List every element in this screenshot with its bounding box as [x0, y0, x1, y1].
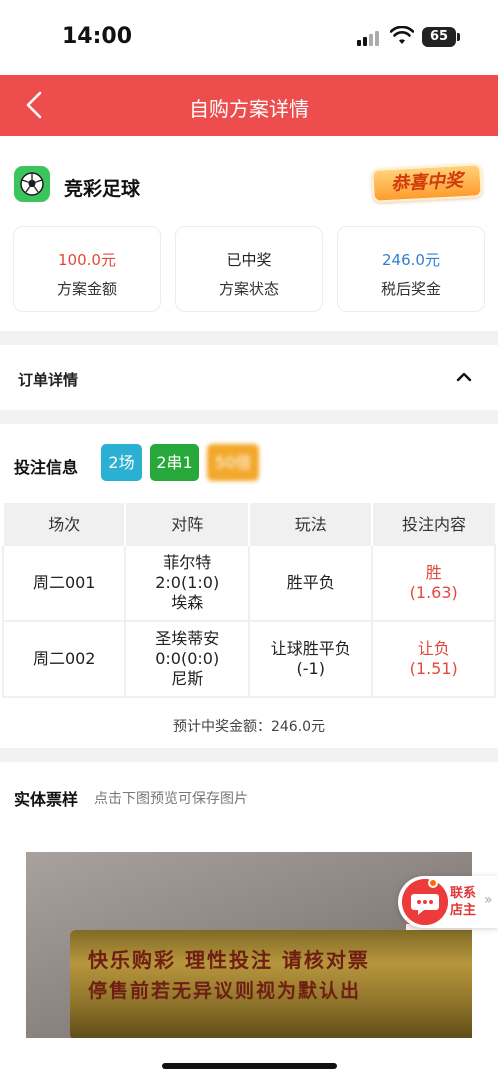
ticket-sample-hint: 点击下图预览可保存图片: [94, 791, 248, 807]
chevron-up-icon[interactable]: [454, 367, 474, 387]
column-header: 投注内容: [371, 502, 496, 545]
wifi-icon: [390, 26, 414, 44]
play-type-name: 让球胜平负: [270, 638, 351, 658]
tag-multiplier: 50倍: [207, 444, 259, 481]
bet-selection: 胜 (1.63): [371, 543, 496, 622]
ticket-photo-line1: 快乐购彩 理性投注 请核对票: [88, 948, 370, 972]
stat-amount-label: 方案金额: [56, 280, 117, 298]
match-number: 周二002: [1, 619, 127, 698]
match-score: 0:0(0:0): [155, 648, 220, 668]
contact-owner-label: 联系店主: [450, 886, 477, 918]
winning-badge: 恭喜中奖: [371, 163, 483, 203]
column-header: 场次: [1, 502, 126, 545]
match-teams: 圣埃蒂安 0:0(0:0) 尼斯: [124, 619, 251, 698]
column-header: 玩法: [248, 502, 373, 545]
match-teams: 菲尔特 2:0(1:0) 埃森: [124, 543, 251, 622]
order-details-title: 订单详情: [18, 371, 79, 389]
tag-parlay-type: 2串1: [150, 444, 199, 481]
away-team: 尼斯: [171, 668, 204, 688]
nav-bar: 自购方案详情: [0, 75, 498, 136]
handicap: (-1): [296, 658, 325, 678]
stat-status-value: 已中奖: [226, 251, 272, 269]
stat-prize-label: 税后奖金: [380, 280, 441, 298]
lottery-name: 竞彩足球: [64, 178, 141, 200]
ticket-photo-line2: 停售前若无异议则视为默认出: [88, 980, 362, 1002]
bet-pick: 让负: [417, 638, 450, 658]
bet-odds: (1.63): [409, 582, 458, 602]
stat-status: 已中奖 方案状态: [175, 226, 323, 312]
football-logo-icon: [14, 166, 50, 202]
match-number: 周二001: [1, 543, 127, 622]
notification-dot: [428, 878, 438, 888]
status-bar: 14:00 65: [0, 0, 498, 75]
bet-selection: 让负 (1.51): [371, 619, 496, 698]
table-row: 周二001 菲尔特 2:0(1:0) 埃森 胜平负 胜 (1.63): [1, 543, 496, 622]
chevron-right-icon: »: [484, 892, 493, 908]
home-indicator: [162, 1063, 337, 1069]
play-type: 胜平负: [248, 543, 374, 622]
page-title: 自购方案详情: [189, 97, 309, 121]
bet-pick: 胜: [425, 562, 442, 582]
chat-bubble-icon: [402, 879, 448, 925]
estimated-prize: 预计中奖金额：246.0元: [172, 719, 326, 735]
bet-info-title: 投注信息: [14, 458, 79, 477]
stat-amount: 100.0元 方案金额: [13, 226, 161, 312]
ticket-photo[interactable]: 快乐购彩 理性投注 请核对票 停售前若无异议则视为默认出: [26, 852, 472, 1038]
battery-icon: 65: [422, 27, 460, 47]
home-team: 菲尔特: [163, 552, 212, 572]
stat-status-label: 方案状态: [218, 280, 279, 298]
play-type-name: 胜平负: [286, 572, 335, 592]
contact-owner-button[interactable]: 联系店主 »: [398, 876, 498, 928]
bet-info-section: 投注信息 2场 2串1 50倍 场次 对阵 玩法 投注内容 周二001 菲尔特 …: [0, 424, 498, 748]
bet-table: 场次 对阵 玩法 投注内容 周二001 菲尔特 2:0(1:0) 埃森 胜平负 …: [1, 502, 496, 698]
match-score: 2:0(1:0): [155, 572, 220, 592]
column-header: 对阵: [124, 502, 250, 545]
bet-odds: (1.51): [409, 658, 458, 678]
order-details-header[interactable]: 订单详情: [0, 345, 498, 410]
status-time: 14:00: [62, 24, 133, 49]
stat-prize: 246.0元 税后奖金: [337, 226, 485, 312]
lottery-summary-card: 竞彩足球 恭喜中奖 100.0元 方案金额 已中奖 方案状态 246.0元 税后…: [0, 136, 498, 331]
tag-match-count: 2场: [101, 444, 142, 481]
play-type: 让球胜平负 (-1): [248, 619, 374, 698]
stat-prize-value: 246.0元: [382, 251, 440, 269]
stat-amount-value: 100.0元: [58, 251, 116, 269]
table-row: 周二002 圣埃蒂安 0:0(0:0) 尼斯 让球胜平负 (-1) 让负 (1.…: [1, 619, 496, 698]
table-header-row: 场次 对阵 玩法 投注内容: [1, 502, 496, 545]
away-team: 埃森: [171, 592, 204, 612]
ticket-sample-title: 实体票样: [14, 790, 79, 809]
cellular-signal-icon: [357, 30, 381, 46]
home-team: 圣埃蒂安: [155, 628, 220, 648]
